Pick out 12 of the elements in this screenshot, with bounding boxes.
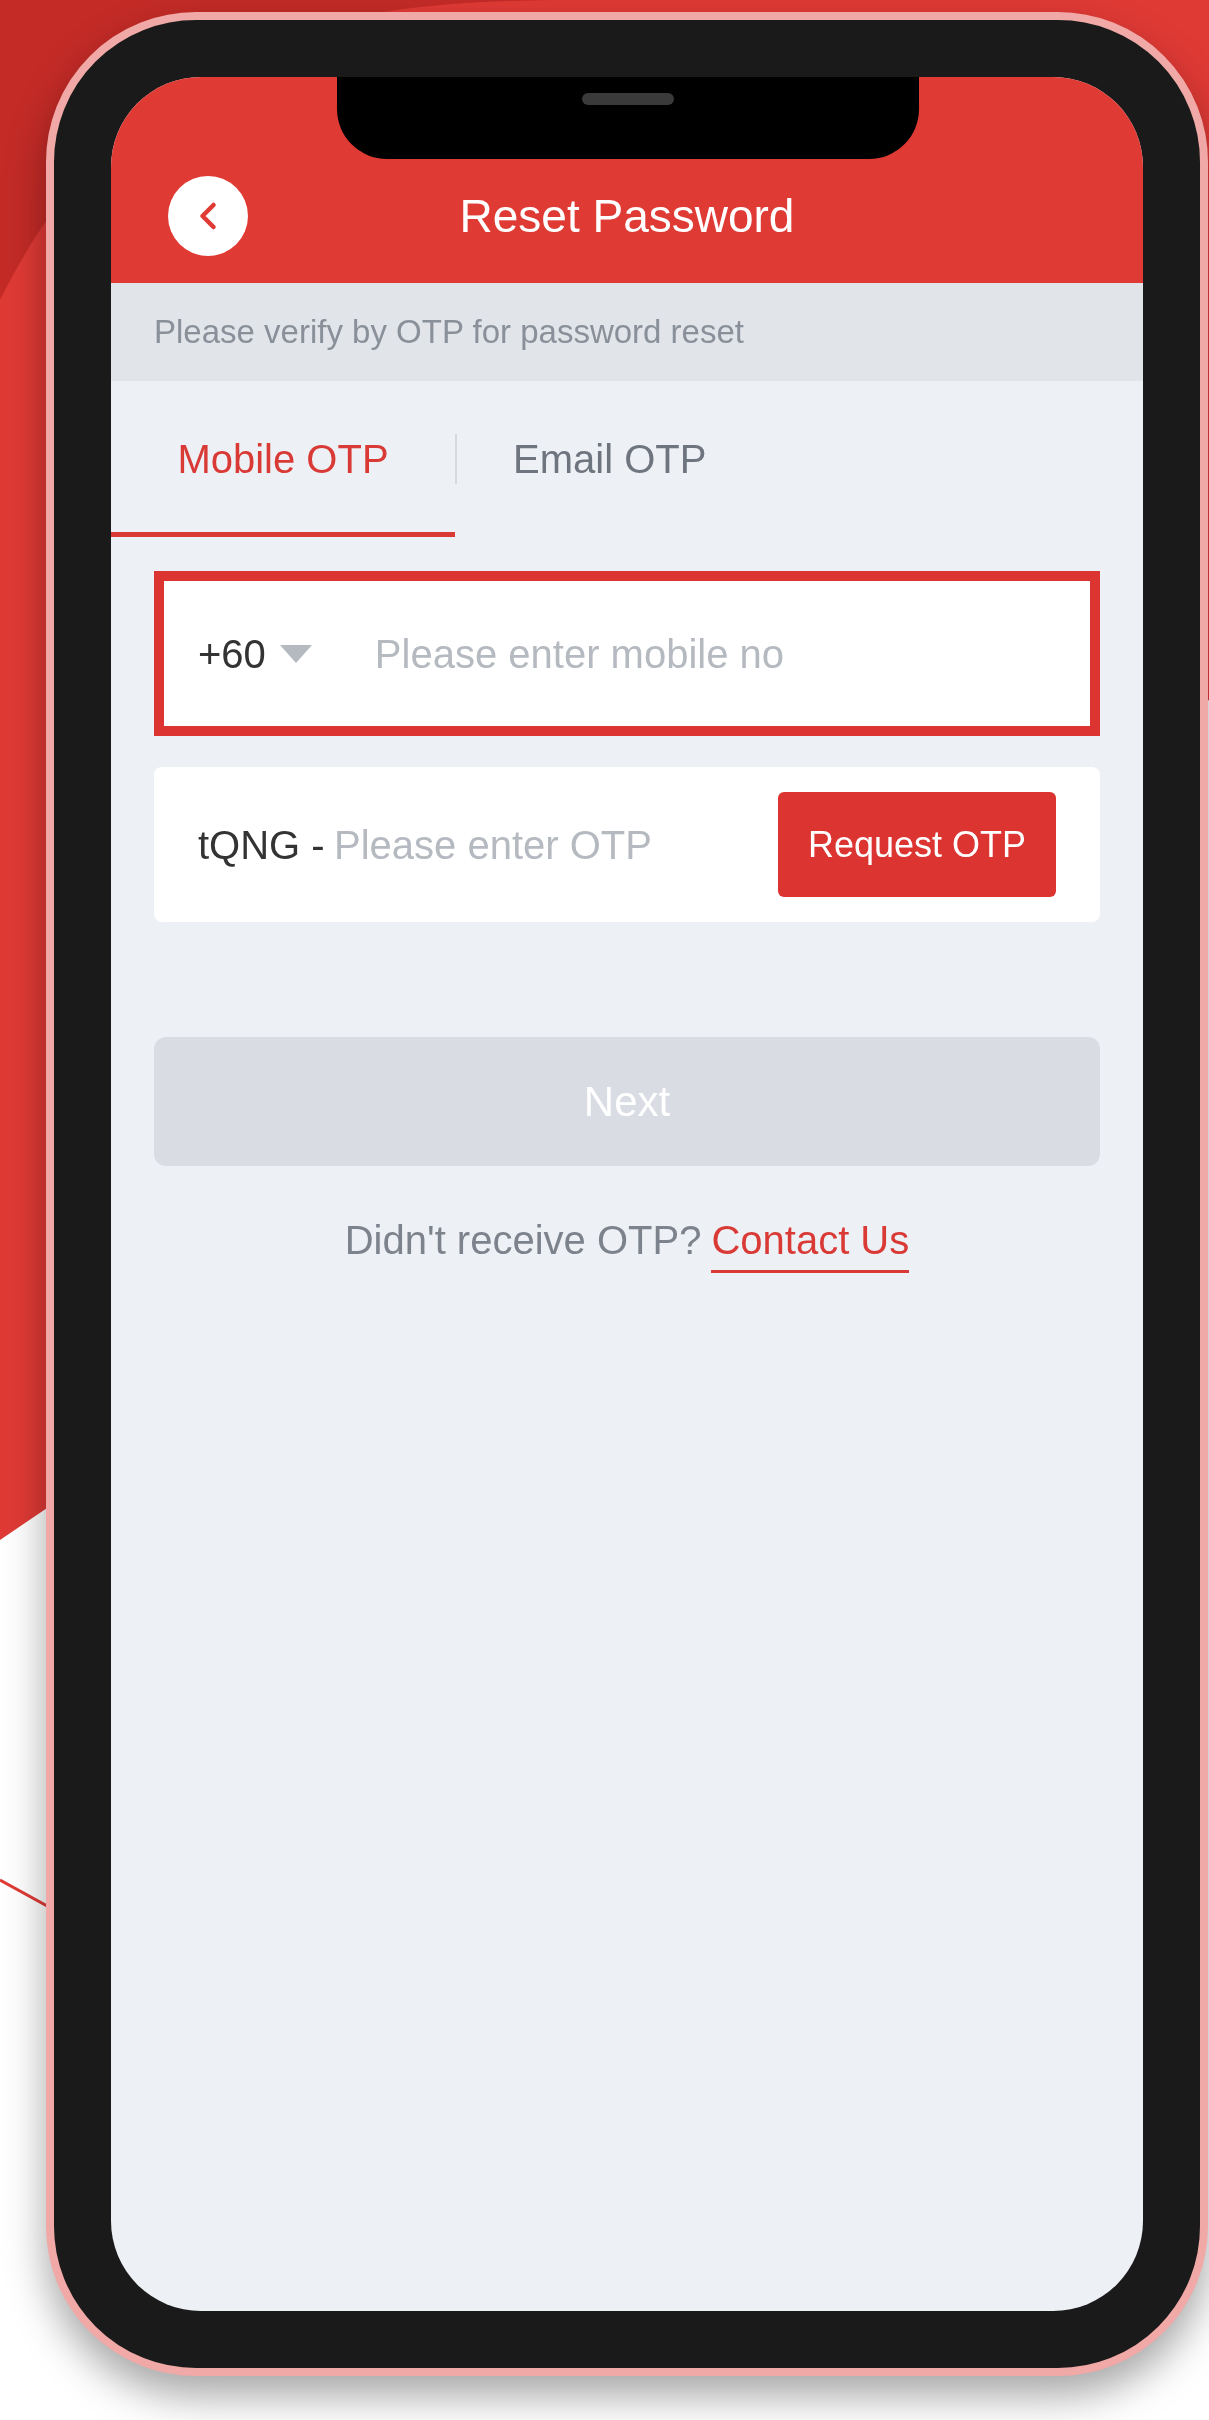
otp-input[interactable]: Please enter OTP [334,814,778,875]
mobile-field[interactable]: +60 Please enter mobile no [154,571,1100,736]
help-text: Didn't receive OTP? [344,1217,702,1264]
country-code[interactable]: +60 [198,623,266,684]
tab[interactable]: Mobile OTP [111,381,455,537]
mobile-input[interactable]: Please enter mobile no [374,623,1056,684]
notice-text: Please verify by OTP for password reset [154,312,744,353]
page-title: Reset Password [459,189,795,244]
tab[interactable]: Email OTP [457,381,763,537]
request-otp-button[interactable]: Request OTP [778,792,1056,897]
contact-link[interactable]: Contact Us [711,1210,910,1273]
captcha-code: tQNG - [198,821,326,869]
